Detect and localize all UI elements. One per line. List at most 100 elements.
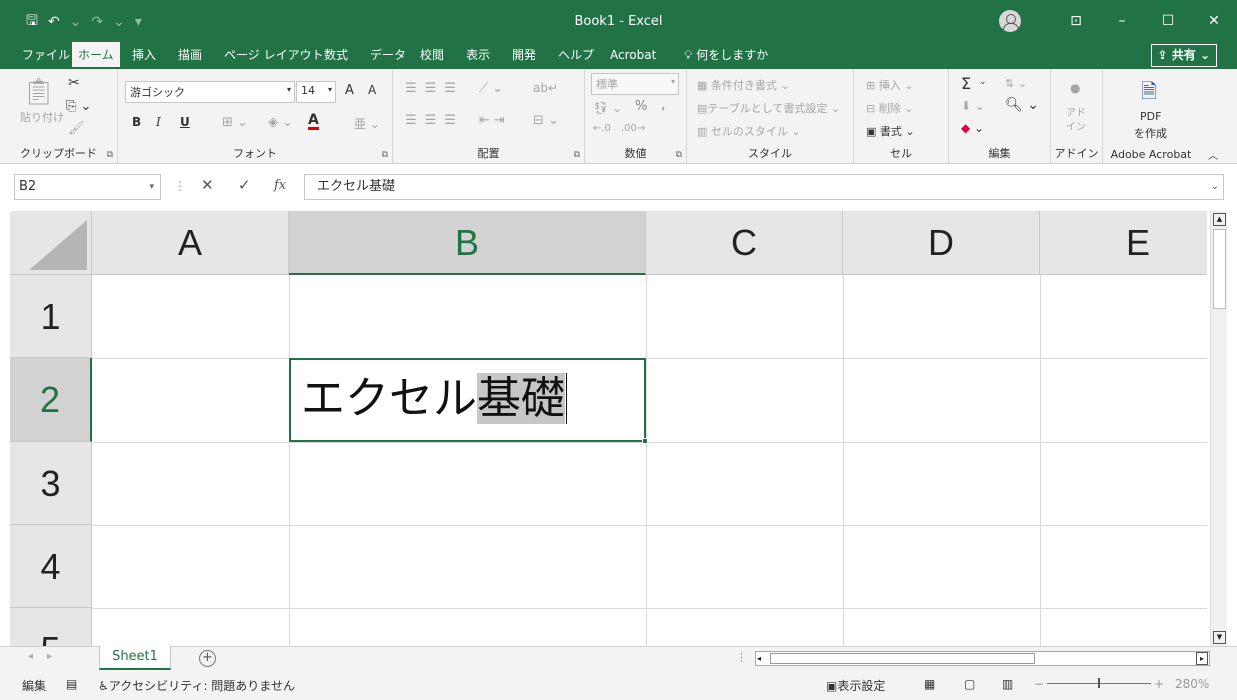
row-header-3[interactable]: 3 — [10, 442, 92, 525]
customize-qat-icon[interactable]: ▾ — [135, 14, 142, 30]
underline-button[interactable]: U — [180, 115, 190, 129]
expand-formula-bar-icon[interactable]: ⌄ — [1211, 175, 1219, 199]
chevron-down-icon[interactable]: ⌄ — [979, 77, 987, 87]
scroll-left-icon[interactable]: ◂ — [757, 652, 761, 665]
page-break-view-icon[interactable]: ▥ — [1002, 677, 1013, 691]
macro-record-icon[interactable]: ▤ — [66, 677, 77, 691]
column-header-a[interactable]: A — [92, 211, 289, 275]
save-icon[interactable]: 🖫 — [26, 10, 38, 34]
percent-button[interactable]: % — [635, 99, 647, 114]
insert-function-icon[interactable]: fx — [274, 178, 286, 193]
addins-icon[interactable]: ● — [1070, 81, 1080, 95]
collapse-ribbon-icon[interactable]: ︿ — [1208, 147, 1218, 162]
borders-icon[interactable]: ⊞ ⌄ — [222, 115, 248, 130]
column-header-b[interactable]: B — [289, 211, 646, 275]
font-size-select[interactable]: 14 ▾ — [296, 81, 336, 103]
bold-button[interactable]: B — [132, 115, 141, 129]
tab-split-handle[interactable]: ⋮ — [736, 651, 747, 664]
zoom-slider-knob[interactable] — [1098, 678, 1100, 688]
normal-view-icon[interactable]: ▦ — [924, 677, 935, 691]
paste-icon[interactable]: 📋︎ — [22, 77, 55, 107]
tab-home[interactable]: ホーム — [72, 42, 120, 69]
page-layout-view-icon[interactable]: ▢ — [964, 677, 975, 691]
tab-file[interactable]: ファイル — [16, 42, 76, 69]
horizontal-align-icons[interactable]: ☰☰☰ — [405, 113, 464, 128]
pdf-icon[interactable]: 🗎 — [1141, 77, 1157, 111]
row-header-1[interactable]: 1 — [10, 275, 92, 358]
format-painter-icon[interactable]: 🖌︎ — [68, 121, 85, 136]
row-header-2[interactable]: 2 — [10, 358, 92, 442]
font-color-button[interactable]: A — [308, 113, 319, 130]
delete-cells-button[interactable]: ⊟ 削除 ⌄ — [866, 100, 913, 116]
zoom-in-button[interactable]: + — [1154, 677, 1164, 691]
comma-style-button[interactable]: , — [661, 97, 665, 113]
increase-decimal-icon[interactable]: ←.0 — [593, 123, 611, 134]
currency-icon[interactable]: 💱︎ ⌄ — [593, 101, 622, 115]
vertical-align-icons[interactable]: ☰☰☰ — [405, 81, 464, 96]
tab-page-layout[interactable]: ページ レイアウト — [218, 42, 330, 69]
tab-acrobat[interactable]: Acrobat — [604, 42, 662, 69]
create-pdf-line1[interactable]: PDF — [1140, 110, 1161, 123]
dialog-launcher-icon[interactable]: ⧉ — [676, 150, 682, 160]
zoom-out-button[interactable]: − — [1034, 677, 1044, 691]
row-header-4[interactable]: 4 — [10, 525, 92, 608]
number-format-select[interactable]: 標準 ▾ — [591, 73, 679, 95]
find-select-icon[interactable]: 🔍︎ ⌄ — [1005, 97, 1039, 113]
name-box[interactable]: B2 ▾ — [14, 174, 161, 200]
tab-insert[interactable]: 挿入 — [126, 42, 162, 69]
cut-icon[interactable]: ✂ — [68, 75, 80, 91]
paste-button[interactable]: 貼り付け — [20, 109, 64, 125]
redo-dropdown-icon[interactable]: ⌄ — [113, 14, 125, 30]
wrap-text-icon[interactable]: ab↵ — [533, 81, 558, 95]
accessibility-checker[interactable]: ♿︎アクセシビリティ: 問題ありません — [98, 677, 295, 694]
decrease-font-size-button[interactable]: A — [368, 83, 376, 97]
sheet-tab-sheet1[interactable]: Sheet1 — [99, 646, 171, 670]
select-all-button[interactable] — [10, 211, 92, 275]
decrease-decimal-icon[interactable]: .00→ — [621, 123, 645, 134]
vertical-scroll-thumb[interactable] — [1213, 229, 1226, 309]
formula-bar-separator[interactable]: ⋮ — [174, 179, 186, 193]
dialog-launcher-icon[interactable]: ⧉ — [574, 150, 580, 160]
font-name-select[interactable]: 游ゴシック ▾ — [125, 81, 295, 103]
tab-data[interactable]: データ — [364, 42, 412, 69]
indent-icons[interactable]: ⇤⇥ — [479, 113, 509, 128]
tab-developer[interactable]: 開発 — [506, 42, 542, 69]
undo-dropdown-icon[interactable]: ⌄ — [70, 14, 82, 30]
conditional-formatting-button[interactable]: ▦ 条件付き書式 ⌄ — [697, 77, 790, 93]
scroll-right-icon[interactable]: ▸ — [1196, 652, 1208, 665]
tab-help[interactable]: ヘルプ — [552, 42, 600, 69]
vertical-scrollbar[interactable]: ▲ ▼ — [1210, 211, 1227, 646]
tab-view[interactable]: 表示 — [460, 42, 496, 69]
minimize-button[interactable]: – — [1099, 0, 1145, 42]
phonetic-guide-icon[interactable]: 亜 ⌄ — [354, 115, 380, 132]
cell-styles-button[interactable]: ▥ セルのスタイル ⌄ — [697, 123, 801, 139]
display-settings-button[interactable]: ▣表示設定 — [826, 677, 885, 694]
scroll-down-icon[interactable]: ▼ — [1213, 631, 1226, 644]
enter-icon[interactable]: ✓ — [238, 176, 251, 194]
sort-filter-icon[interactable]: ⇅ ⌄ — [1005, 77, 1027, 90]
autosum-button[interactable]: Σ — [961, 74, 971, 93]
tab-review[interactable]: 校閲 — [414, 42, 450, 69]
zoom-level[interactable]: 280% — [1175, 677, 1209, 691]
insert-cells-button[interactable]: ⊞ 挿入 ⌄ — [866, 77, 913, 93]
orientation-icon[interactable]: ⟋ ⌄ — [479, 81, 503, 96]
row-header-5[interactable]: 5 — [10, 608, 92, 646]
undo-icon[interactable]: ↶ — [48, 14, 60, 30]
fill-color-icon[interactable]: ◈ ⌄ — [268, 115, 293, 130]
fill-handle[interactable] — [642, 438, 648, 444]
close-button[interactable]: ✕ — [1191, 0, 1237, 42]
merge-center-icon[interactable]: ⊟ ⌄ — [533, 113, 559, 128]
worksheet-grid[interactable]: A B C D E 1 2 3 4 5 エクセル基礎 — [10, 211, 1207, 646]
active-cell-b2[interactable]: エクセル基礎 — [289, 358, 648, 444]
tab-draw[interactable]: 描画 — [172, 42, 208, 69]
column-header-c[interactable]: C — [646, 211, 843, 275]
addins-button[interactable]: アド イン — [1066, 107, 1086, 135]
ribbon-display-options-button[interactable]: ⊡ — [1053, 0, 1099, 42]
account-avatar-icon[interactable] — [999, 10, 1021, 32]
dialog-launcher-icon[interactable]: ⧉ — [382, 150, 388, 160]
horizontal-scroll-thumb[interactable] — [770, 653, 1035, 664]
column-header-e[interactable]: E — [1040, 211, 1207, 275]
tab-formulas[interactable]: 数式 — [318, 42, 354, 69]
fill-icon[interactable]: ⬇ ⌄ — [961, 99, 985, 113]
clear-icon[interactable]: ◆ ⌄ — [961, 121, 984, 135]
